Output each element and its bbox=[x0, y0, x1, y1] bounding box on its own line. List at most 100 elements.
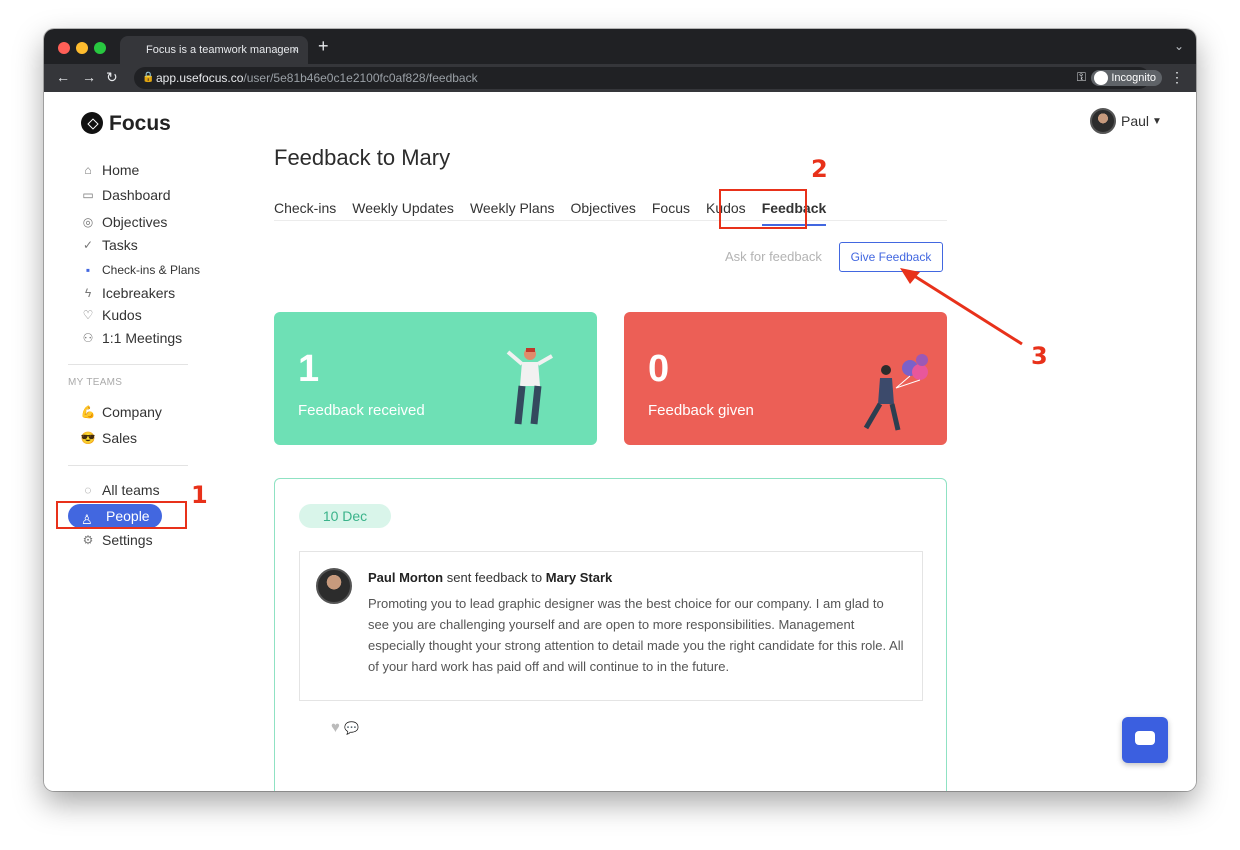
sidebar-item-label: Settings bbox=[102, 532, 153, 548]
sidebar-item-checkins[interactable]: ▪ Check-ins & Plans bbox=[80, 259, 200, 281]
feedback-item: Paul Morton sent feedback to Mary Stark … bbox=[299, 551, 923, 701]
reload-icon[interactable]: ↻ bbox=[106, 69, 118, 86]
back-icon[interactable]: ← bbox=[56, 69, 70, 85]
feedback-list-panel: 10 Dec Paul Morton sent feedback to Mary… bbox=[274, 478, 947, 791]
tab-focus[interactable]: Focus bbox=[652, 200, 690, 222]
user-menu[interactable]: Paul ▼ bbox=[1090, 108, 1162, 134]
sidebar-item-tasks[interactable]: ✓ Tasks bbox=[80, 234, 138, 256]
tab-weekly-updates[interactable]: Weekly Updates bbox=[352, 200, 454, 222]
browser-tab-bar: Focus is a teamwork managem × + ⌄ bbox=[44, 29, 1196, 64]
flexed-biceps-icon: 💪 bbox=[80, 405, 96, 419]
sidebar-item-label: All teams bbox=[102, 482, 160, 498]
chevron-down-icon: ▼ bbox=[1152, 115, 1162, 127]
home-icon: ⌂ bbox=[84, 163, 92, 177]
reactions: ♥ 💬 bbox=[331, 719, 359, 736]
focus-logo-icon bbox=[81, 112, 103, 134]
incognito-icon bbox=[1094, 71, 1109, 85]
chat-widget-button[interactable] bbox=[1122, 717, 1168, 763]
feedback-given-label: Feedback given bbox=[648, 402, 754, 419]
heart-icon[interactable]: ♥ bbox=[331, 719, 340, 736]
url-host: app.usefocus.co bbox=[156, 71, 244, 85]
sender-avatar[interactable] bbox=[316, 568, 352, 604]
annotation-number-2: 2 bbox=[811, 155, 828, 183]
tab-title: Focus is a teamwork managem bbox=[146, 44, 299, 56]
comment-icon[interactable]: 💬 bbox=[344, 721, 359, 735]
sidebar-item-home[interactable]: ⌂ Home bbox=[80, 159, 139, 181]
jumping-person-illustration bbox=[506, 348, 553, 425]
key-icon[interactable]: ⚿ bbox=[1077, 70, 1086, 85]
meetings-icon: ⚇ bbox=[82, 331, 94, 345]
feedback-given-count: 0 bbox=[648, 348, 670, 390]
minimize-window-button[interactable] bbox=[76, 42, 88, 54]
sidebar-item-settings[interactable]: ⚙ Settings bbox=[80, 529, 153, 551]
brand-logo[interactable]: Focus bbox=[81, 112, 171, 136]
browser-tab[interactable]: Focus is a teamwork managem × bbox=[120, 36, 308, 64]
tab-weekly-plans[interactable]: Weekly Plans bbox=[470, 200, 555, 222]
tasks-icon: ✓ bbox=[82, 238, 94, 252]
all-teams-icon: ◌ bbox=[84, 483, 92, 497]
feedback-received-label: Feedback received bbox=[298, 402, 425, 419]
dashboard-icon: ▭ bbox=[82, 188, 94, 202]
sidebar-divider bbox=[68, 465, 188, 466]
annotation-number-1: 1 bbox=[191, 481, 208, 509]
sidebar-item-dashboard[interactable]: ▭ Dashboard bbox=[80, 184, 171, 206]
annotation-arrow bbox=[900, 268, 1023, 346]
annotation-box-feedback-tab bbox=[719, 189, 807, 229]
feedback-verb: sent feedback to bbox=[446, 570, 543, 585]
sidebar-item-objectives[interactable]: ◎ Objectives bbox=[80, 211, 168, 233]
page-title: Feedback to Mary bbox=[274, 145, 451, 170]
sender-name[interactable]: Paul Morton bbox=[368, 570, 443, 585]
tabs-divider bbox=[274, 220, 947, 221]
url-path: /user/5e81b46e0c1e2100fc0af828/feedback bbox=[243, 71, 478, 85]
sidebar-item-label: Icebreakers bbox=[102, 285, 176, 301]
close-window-button[interactable] bbox=[58, 42, 70, 54]
tab-objectives[interactable]: Objectives bbox=[571, 200, 636, 222]
sunglasses-face-icon: 😎 bbox=[80, 431, 96, 445]
my-teams-header: MY TEAMS bbox=[68, 377, 123, 388]
checkins-icon: ▪ bbox=[85, 263, 91, 277]
browser-window: Focus is a teamwork managem × + ⌄ ← → ↻ … bbox=[44, 29, 1196, 791]
feedback-header: Paul Morton sent feedback to Mary Stark bbox=[368, 570, 612, 585]
sidebar-item-all-teams[interactable]: ◌ All teams bbox=[80, 479, 160, 501]
lightning-icon: ϟ bbox=[84, 286, 92, 300]
recipient-name[interactable]: Mary Stark bbox=[546, 570, 612, 585]
sidebar-team-sales[interactable]: 😎 Sales bbox=[80, 427, 138, 449]
brand-name: Focus bbox=[109, 112, 171, 135]
annotation-box-people bbox=[56, 501, 187, 529]
incognito-badge[interactable]: Incognito bbox=[1091, 70, 1162, 86]
incognito-label: Incognito bbox=[1111, 72, 1156, 84]
tab-check-ins[interactable]: Check-ins bbox=[274, 200, 336, 222]
new-tab-button[interactable]: + bbox=[318, 36, 329, 57]
feedback-received-card: 1 Feedback received bbox=[274, 312, 597, 445]
browser-menu-icon[interactable]: ⋮ bbox=[1170, 69, 1184, 86]
sidebar-item-label: Kudos bbox=[102, 307, 142, 323]
tab-close-icon[interactable]: × bbox=[292, 36, 298, 64]
sidebar-item-label: Dashboard bbox=[102, 187, 171, 203]
user-name: Paul bbox=[1121, 113, 1150, 129]
app-page: Focus ⌂ Home ▭ Dashboard ◎ Objectives ✓ Task… bbox=[44, 92, 1196, 791]
avatar bbox=[1090, 108, 1116, 134]
sidebar-item-label: Check-ins & Plans bbox=[102, 263, 201, 277]
address-bar-row: ← → ↻ 🔒 app.usefocus.co/user/5e81b46e0c1… bbox=[44, 64, 1196, 92]
feedback-received-count: 1 bbox=[298, 348, 320, 390]
sidebar-item-label: Sales bbox=[102, 430, 138, 446]
lock-icon: 🔒 bbox=[142, 72, 155, 83]
sidebar-item-label: Objectives bbox=[102, 214, 168, 230]
sidebar-item-icebreakers[interactable]: ϟ Icebreakers bbox=[80, 282, 175, 304]
url-input[interactable]: 🔒 app.usefocus.co/user/5e81b46e0c1e2100f… bbox=[134, 67, 1150, 89]
sidebar-item-label: Tasks bbox=[102, 237, 138, 253]
forward-icon[interactable]: → bbox=[82, 69, 96, 85]
sidebar-item-label: Home bbox=[102, 162, 140, 178]
date-badge: 10 Dec bbox=[299, 504, 391, 528]
tab-search-icon[interactable]: ⌄ bbox=[1174, 39, 1184, 53]
ask-for-feedback-link[interactable]: Ask for feedback bbox=[725, 249, 822, 264]
gear-icon: ⚙ bbox=[82, 533, 94, 547]
sidebar-team-company[interactable]: 💪 Company bbox=[80, 401, 162, 423]
feedback-text: Promoting you to lead graphic designer w… bbox=[368, 596, 904, 674]
sidebar-item-label: Company bbox=[102, 404, 162, 420]
sidebar-item-meetings[interactable]: ⚇ 1:1 Meetings bbox=[80, 327, 183, 349]
sidebar-item-kudos[interactable]: ♡ Kudos bbox=[80, 304, 142, 326]
maximize-window-button[interactable] bbox=[94, 42, 106, 54]
sidebar-divider bbox=[68, 364, 188, 365]
sidebar-item-label: 1:1 Meetings bbox=[102, 330, 183, 346]
